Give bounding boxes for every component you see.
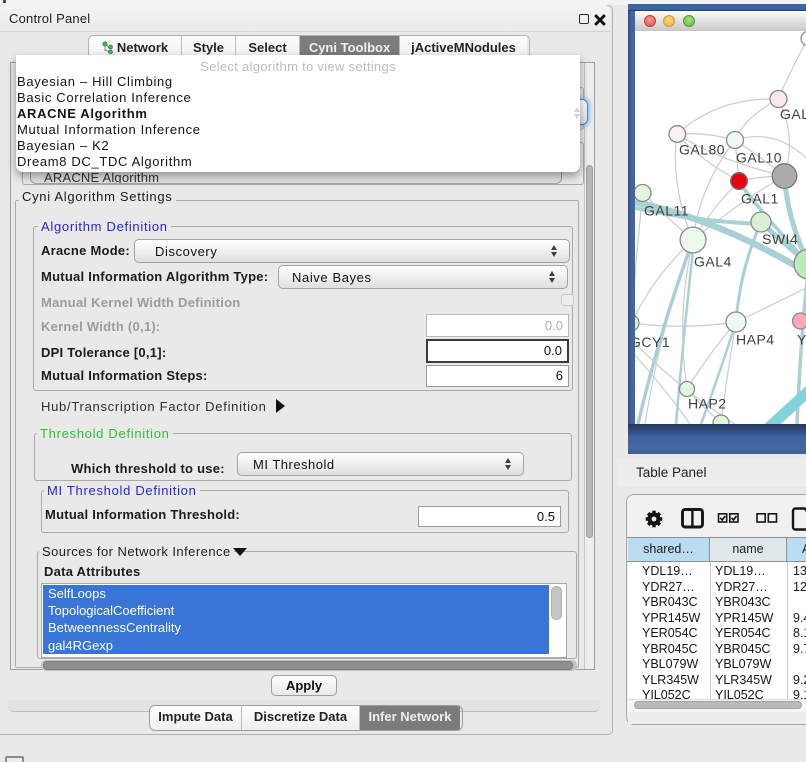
svg-text:GAL10: GAL10: [736, 150, 782, 166]
svg-text:GCY1: GCY1: [635, 334, 670, 350]
svg-text:GAL11: GAL11: [644, 203, 689, 219]
svg-text:HAP4: HAP4: [736, 332, 775, 348]
svg-text:GAL7: GAL7: [780, 106, 806, 122]
svg-text:GAL80: GAL80: [679, 142, 725, 158]
svg-text:SWI4: SWI4: [762, 231, 798, 247]
svg-text:YJ: YJ: [797, 332, 806, 348]
svg-text:GAL4: GAL4: [694, 254, 732, 270]
svg-text:GAL1: GAL1: [741, 191, 779, 207]
svg-text:HAP2: HAP2: [688, 396, 727, 412]
